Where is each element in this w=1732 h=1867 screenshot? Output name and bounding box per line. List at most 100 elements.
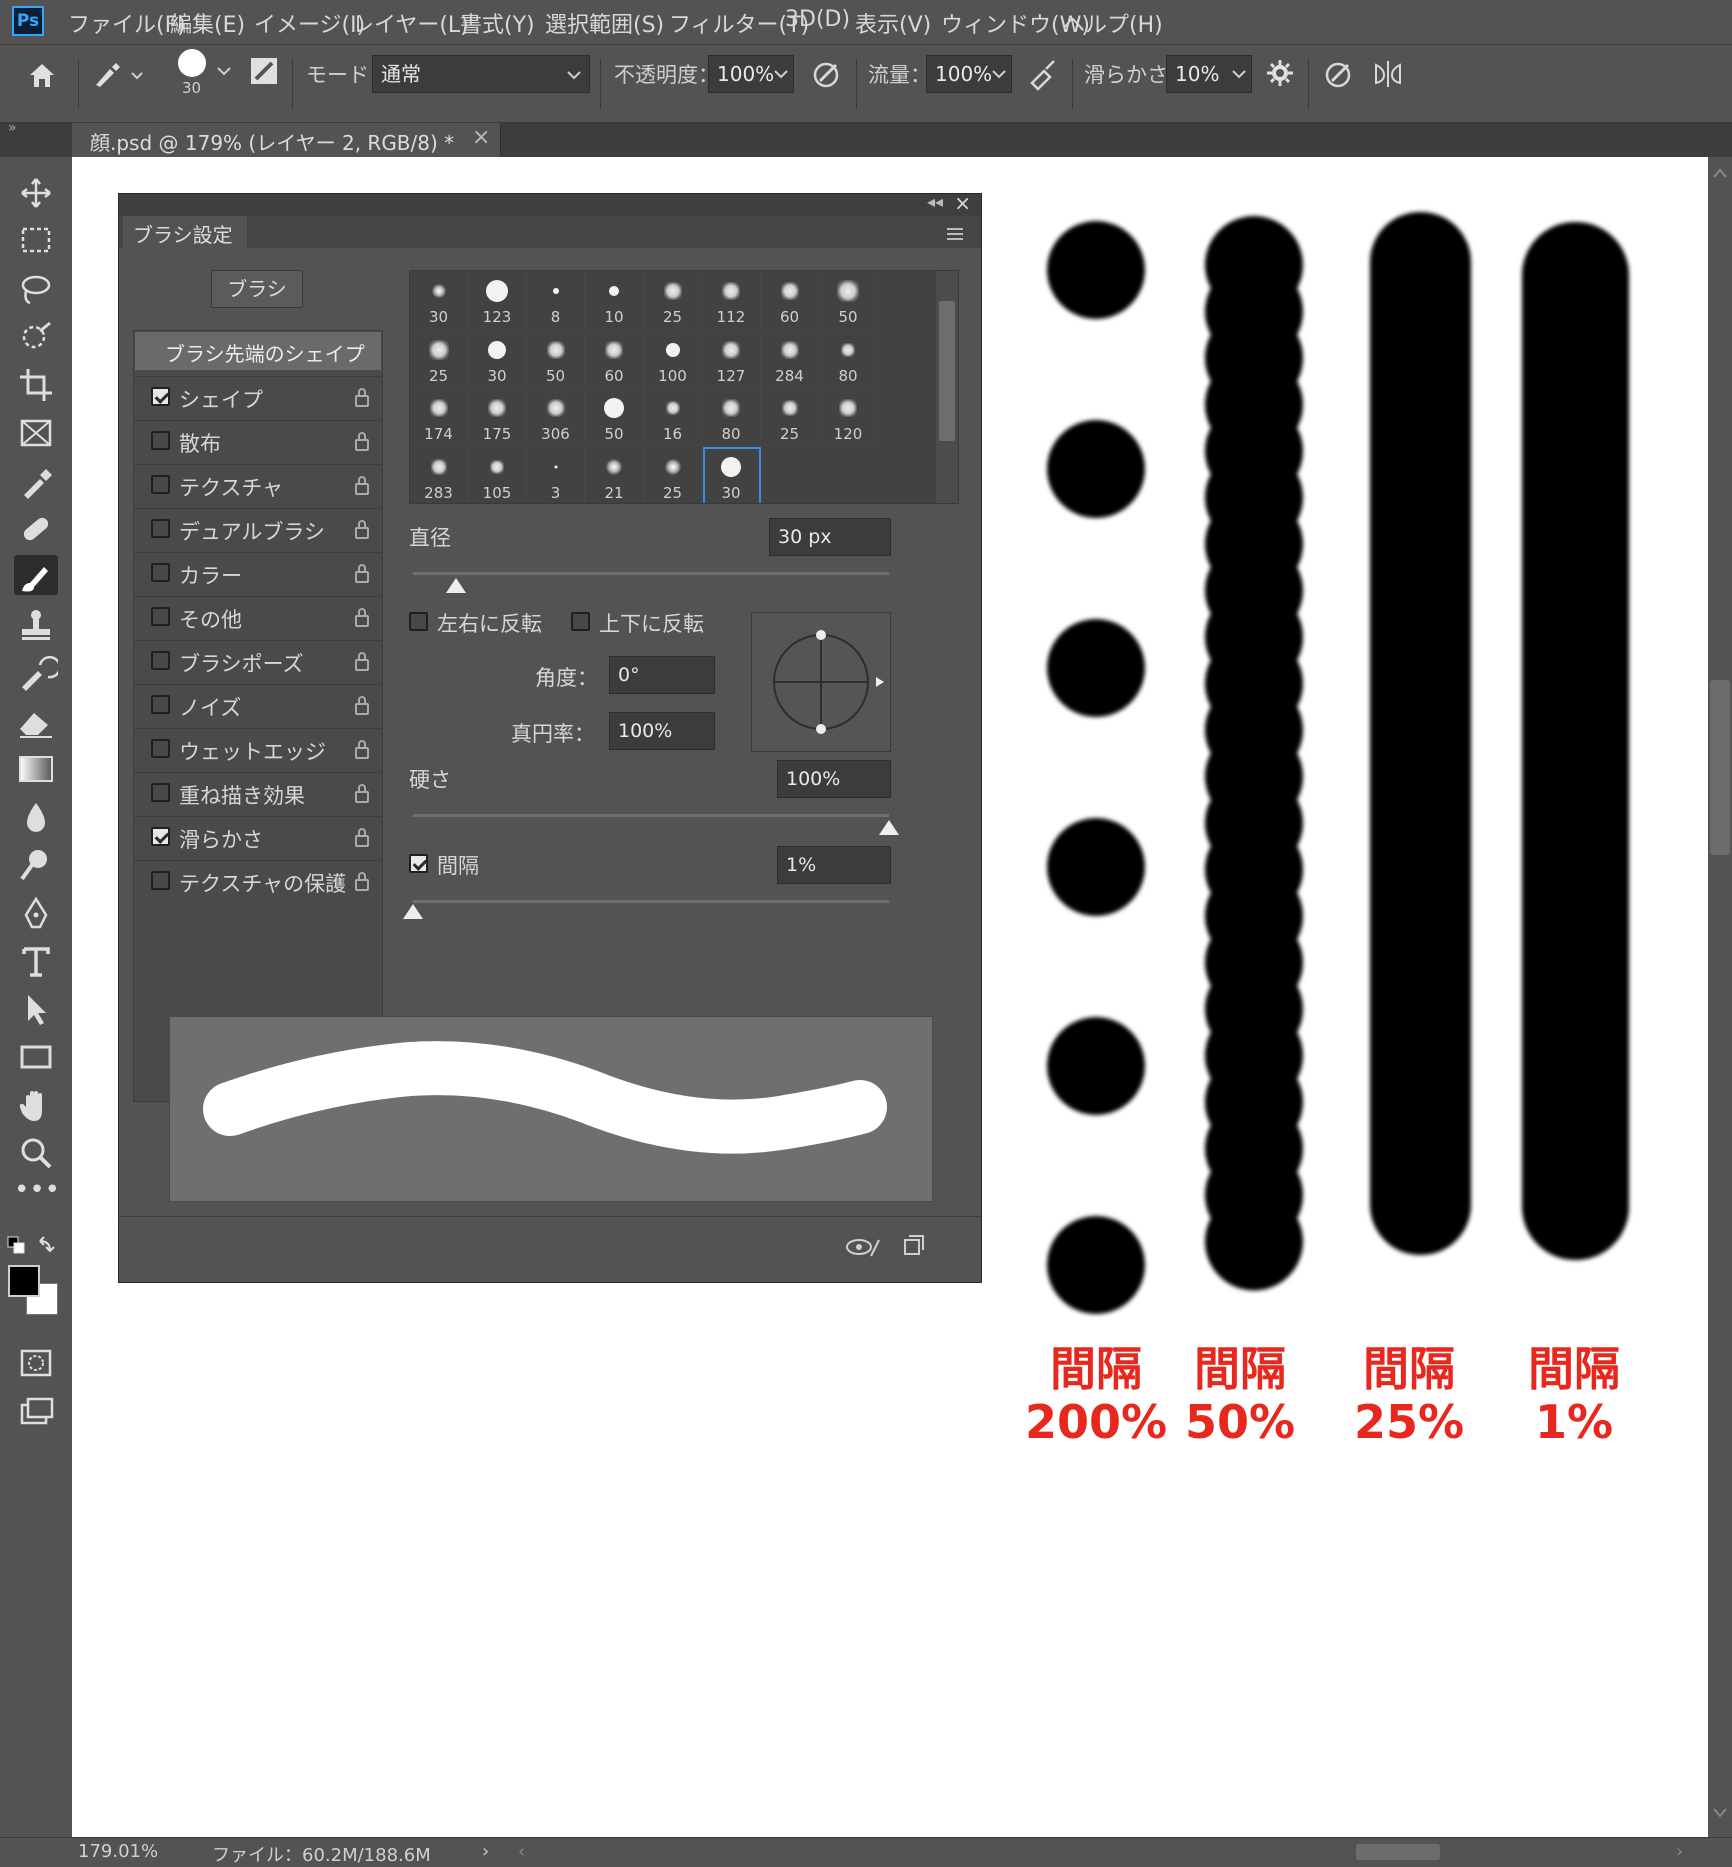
crop-tool-icon[interactable] <box>14 365 58 405</box>
rectangle-tool-icon[interactable] <box>14 1037 58 1077</box>
close-panel-icon[interactable]: × <box>954 191 971 215</box>
brush-option-row[interactable]: 重ね描き効果 <box>135 772 381 815</box>
menu-edit[interactable]: 編集(E) <box>170 7 245 39</box>
lasso-tool-icon[interactable] <box>14 269 58 309</box>
brush-option-checkbox[interactable] <box>151 871 170 890</box>
brush-preset[interactable]: 25 <box>410 329 468 388</box>
brush-preset[interactable]: 80 <box>702 388 761 446</box>
menu-help[interactable]: ヘルプ(H) <box>1063 7 1163 39</box>
brush-preset[interactable]: 25 <box>644 446 702 503</box>
flip-y-checkbox[interactable] <box>571 612 590 631</box>
document-tab[interactable]: 顔.psd @ 179% (レイヤー 2, RGB/8) * × <box>72 123 501 157</box>
airbrush-icon[interactable] <box>1026 57 1060 91</box>
collapse-toolbar-icon[interactable]: » <box>8 120 17 136</box>
marquee-tool-icon[interactable] <box>14 221 58 261</box>
brush-preset[interactable]: 50 <box>527 329 585 388</box>
brush-preset[interactable]: 120 <box>819 388 878 446</box>
home-icon[interactable] <box>26 59 58 91</box>
quick-mask-icon[interactable] <box>14 1343 58 1383</box>
horizontal-scroll-thumb[interactable] <box>1356 1844 1440 1860</box>
lock-icon[interactable] <box>355 520 369 539</box>
clone-stamp-tool-icon[interactable] <box>14 605 58 645</box>
path-selection-tool-icon[interactable] <box>14 989 58 1029</box>
brush-preset[interactable]: 30 <box>702 446 761 503</box>
brush-option-row[interactable]: 滑らかさ <box>135 816 381 859</box>
eyedropper-tool-icon[interactable] <box>14 461 58 501</box>
brush-option-row[interactable]: カラー <box>135 552 381 595</box>
lock-icon[interactable] <box>355 784 369 803</box>
menu-image[interactable]: イメージ(I) <box>254 7 365 39</box>
brush-tool[interactable] <box>14 555 58 595</box>
lock-icon[interactable] <box>355 564 369 583</box>
close-icon[interactable]: × <box>472 125 490 150</box>
more-tools-icon[interactable]: ••• <box>14 1175 60 1215</box>
dodge-tool-icon[interactable] <box>14 845 58 885</box>
scroll-right-icon[interactable]: › <box>1676 1841 1683 1862</box>
brush-option-checkbox[interactable] <box>151 607 170 626</box>
menu-3d[interactable]: 3D(D) <box>785 7 850 32</box>
menu-view[interactable]: 表示(V) <box>855 7 931 39</box>
gear-icon[interactable] <box>1264 57 1296 89</box>
brush-preset[interactable]: 16 <box>644 388 702 446</box>
diameter-slider-thumb[interactable] <box>445 578 466 593</box>
brush-preset[interactable]: 100 <box>644 329 702 388</box>
brush-tool-preset-icon[interactable] <box>92 59 148 91</box>
diameter-slider-track[interactable] <box>413 572 889 575</box>
spacing-field[interactable]: 1% <box>777 846 891 884</box>
menu-type[interactable]: 書式(Y) <box>460 7 535 39</box>
menu-file[interactable]: ファイル(F) <box>68 7 186 39</box>
lock-icon[interactable] <box>355 696 369 715</box>
brush-preset[interactable]: 30 <box>468 329 527 388</box>
brush-preset[interactable]: 50 <box>819 271 878 329</box>
mode-select[interactable]: 通常 <box>372 55 590 93</box>
spacing-slider-track[interactable] <box>413 900 889 903</box>
quick-selection-tool-icon[interactable] <box>14 317 58 357</box>
brush-presets-button[interactable]: ブラシ <box>211 270 303 308</box>
hardness-slider-track[interactable] <box>413 814 889 817</box>
new-brush-icon[interactable] <box>901 1234 925 1258</box>
scroll-up-icon[interactable] <box>1712 167 1728 179</box>
brush-preset[interactable]: 80 <box>819 329 878 388</box>
brush-size-swatch[interactable] <box>178 49 206 77</box>
roundness-field[interactable]: 100% <box>609 712 715 750</box>
brush-preset[interactable]: 25 <box>761 388 819 446</box>
lock-icon[interactable] <box>355 740 369 759</box>
brush-preset[interactable]: 30 <box>410 271 468 329</box>
brush-tip-shape-header[interactable]: ブラシ先端のシェイプ <box>135 332 381 370</box>
brush-preset[interactable]: 127 <box>702 329 761 388</box>
brush-option-checkbox[interactable] <box>151 783 170 802</box>
lock-icon[interactable] <box>355 608 369 627</box>
brush-preset[interactable]: 25 <box>644 271 702 329</box>
type-tool-icon[interactable] <box>14 941 58 981</box>
panel-titlebar[interactable]: ◂◂ × <box>119 191 981 216</box>
brush-option-row[interactable]: テクスチャ <box>135 464 381 507</box>
brush-option-checkbox[interactable] <box>151 739 170 758</box>
zoom-tool-icon[interactable] <box>14 1133 58 1173</box>
brush-option-checkbox[interactable] <box>151 827 170 846</box>
brush-preset[interactable]: 283 <box>410 446 468 503</box>
brush-preset[interactable]: 175 <box>468 388 527 446</box>
angle-field[interactable]: 0° <box>609 656 715 694</box>
chevron-down-icon[interactable] <box>214 61 234 81</box>
foreground-color-swatch[interactable] <box>8 1265 40 1297</box>
brush-preset[interactable]: 306 <box>527 388 585 446</box>
brush-option-row[interactable]: シェイプ <box>135 376 381 419</box>
hardness-slider-thumb[interactable] <box>879 820 899 835</box>
default-colors-icon[interactable] <box>6 1235 58 1257</box>
pressure-size-icon[interactable] <box>1322 57 1356 91</box>
brush-preset[interactable]: 123 <box>468 271 527 329</box>
symmetry-icon[interactable] <box>1370 57 1406 91</box>
pressure-opacity-icon[interactable] <box>810 57 844 91</box>
brush-preset[interactable]: 284 <box>761 329 819 388</box>
brush-option-checkbox[interactable] <box>151 563 170 582</box>
vertical-scroll-thumb[interactable] <box>1710 680 1730 855</box>
brush-preset[interactable]: 10 <box>585 271 644 329</box>
chevron-down-icon[interactable] <box>772 65 790 83</box>
blur-tool-icon[interactable] <box>14 797 58 837</box>
diameter-field[interactable]: 30 px <box>769 518 891 556</box>
brush-option-checkbox[interactable] <box>151 475 170 494</box>
flip-x-checkbox[interactable] <box>409 612 428 631</box>
brush-option-row[interactable]: ウェットエッジ <box>135 728 381 771</box>
brush-settings-toggle-icon[interactable] <box>248 55 280 87</box>
brush-option-checkbox[interactable] <box>151 695 170 714</box>
